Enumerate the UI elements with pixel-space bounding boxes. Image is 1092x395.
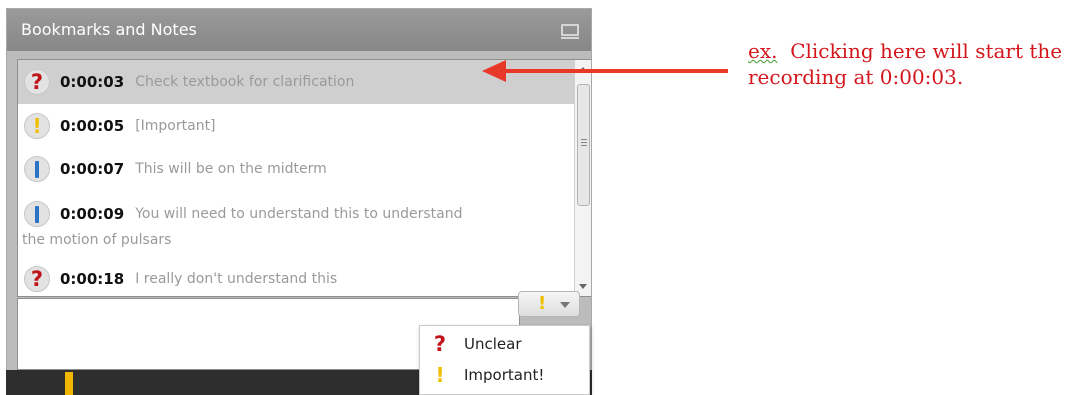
annotation-line2: recording at 0:00:03. — [748, 65, 964, 89]
scrollbar-thumb[interactable] — [577, 84, 590, 206]
annotation-line1: Clicking here will start the — [777, 39, 1063, 63]
bookmark-time: 0:00:07 — [60, 160, 125, 178]
note-type-menu: ? Unclear ! Important! — [419, 325, 590, 395]
annotation-text: ex. Clicking here will start the recordi… — [748, 38, 1062, 90]
bookmark-list: ? 0:00:03 Check textbook for clarificati… — [17, 59, 591, 297]
bookmark-text: I really don't understand this — [135, 271, 338, 287]
bookmark-time: 0:00:18 — [60, 270, 125, 288]
page: Bookmarks and Notes ? 0:00:03 Check text… — [0, 0, 1092, 395]
question-mark-icon: ? — [24, 69, 50, 95]
bookmark-bar-icon — [24, 156, 50, 182]
bookmark-row[interactable]: 0:00:09 You will need to understand this… — [18, 192, 574, 258]
question-mark-icon: ? — [24, 266, 50, 292]
menu-item-unclear[interactable]: ? Unclear — [430, 332, 522, 356]
bookmark-row[interactable]: 0:00:07 This will be on the midterm — [18, 148, 574, 192]
timeline-bookmark-marker[interactable] — [65, 372, 73, 395]
bookmark-text: You will need to understand this to unde… — [135, 206, 463, 222]
menu-item-label: Important! — [464, 366, 545, 384]
note-type-dropdown-button[interactable]: ! — [518, 291, 580, 317]
annotation-arrow — [482, 60, 728, 82]
annotation-prefix: ex. — [748, 39, 778, 63]
list-scrollbar[interactable] — [574, 60, 591, 296]
panel-title: Bookmarks and Notes — [21, 20, 197, 39]
bookmark-text: Check textbook for clarification — [135, 74, 355, 90]
menu-item-important[interactable]: ! Important! — [430, 363, 544, 387]
scroll-down-arrow-icon[interactable] — [579, 284, 587, 289]
bookmark-row[interactable]: ? 0:00:18 I really don't understand this — [18, 260, 574, 296]
bookmark-row[interactable]: ! 0:00:05 [Important] — [18, 104, 574, 148]
bookmark-text: [Important] — [135, 118, 216, 134]
bookmark-time: 0:00:03 — [60, 73, 125, 91]
menu-item-label: Unclear — [464, 335, 522, 353]
bookmark-time: 0:00:09 — [60, 205, 125, 223]
exclamation-icon: ! — [24, 113, 50, 139]
bookmark-bar-icon — [24, 201, 50, 227]
bookmark-time: 0:00:05 — [60, 117, 125, 135]
grip-icon — [581, 139, 587, 148]
question-mark-icon: ? — [433, 332, 447, 356]
bookmark-text: This will be on the midterm — [135, 161, 327, 177]
bookmark-text-continued: the motion of pulsars — [22, 232, 172, 248]
panel-header: Bookmarks and Notes — [7, 9, 591, 51]
minimize-window-icon[interactable] — [561, 24, 579, 39]
chevron-down-icon — [560, 302, 570, 308]
exclamation-icon: ! — [538, 293, 547, 314]
exclamation-icon: ! — [435, 363, 445, 387]
